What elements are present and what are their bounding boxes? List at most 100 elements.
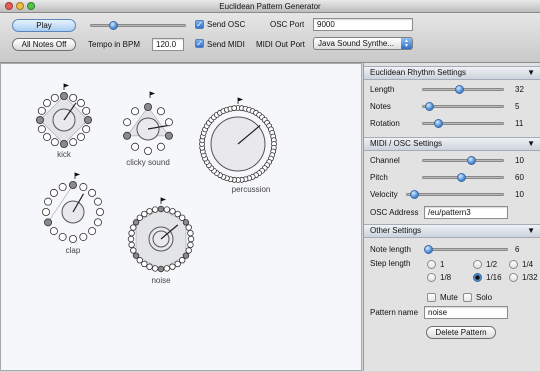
pattern-noise-step [163, 206, 171, 213]
pattern-clap-step [42, 207, 51, 216]
tempo-label: Tempo in BPM [88, 40, 141, 49]
volume-slider-knob[interactable] [109, 21, 119, 30]
euclidean-settings-title: Euclidean Rhythm Settings [370, 68, 467, 77]
step-option-6-radio[interactable] [509, 273, 518, 282]
notes-slider[interactable] [422, 102, 504, 111]
close-window-icon[interactable] [5, 2, 13, 10]
pattern-clicky-sound-step [143, 147, 152, 156]
pattern-noise-step [157, 205, 165, 213]
step-option-6-label: 1/32 [522, 273, 538, 282]
pattern-kick-step [82, 125, 91, 134]
tempo-input[interactable]: 120.0 [152, 38, 184, 51]
note-length-label: Note length [370, 245, 411, 254]
zoom-window-icon[interactable] [27, 2, 35, 10]
rotation-slider-knob[interactable] [434, 119, 444, 128]
pattern-kick-step [43, 99, 52, 108]
pattern-clap-step [58, 183, 67, 192]
solo-label: Solo [476, 293, 493, 302]
step-option-3-label: 1/4 [522, 260, 534, 269]
delete-pattern-button[interactable]: Delete Pattern [426, 326, 496, 339]
pattern-wheels[interactable]: kick clicky sound percussion clap noise [1, 64, 363, 372]
window-controls [5, 2, 35, 10]
volume-slider[interactable] [90, 21, 186, 30]
collapse-triangle-icon[interactable]: ▼ [527, 67, 535, 79]
step-option-2-label: 1/2 [486, 260, 498, 269]
pattern-noise-step [187, 241, 194, 249]
note-length-value: 6 [515, 245, 520, 254]
pattern-clicky-sound-step [164, 131, 173, 140]
pitch-slider-knob[interactable] [456, 173, 466, 182]
other-settings-header[interactable]: Other Settings ▼ [364, 224, 540, 238]
all-notes-off-button[interactable]: All Notes Off [12, 38, 76, 51]
step-option-1-radio[interactable] [427, 260, 436, 269]
collapse-triangle-icon[interactable]: ▼ [527, 225, 535, 237]
pattern-clicky-sound-label: clicky sound [126, 158, 170, 167]
notes-slider-knob[interactable] [424, 102, 434, 111]
pattern-kick-step [60, 140, 69, 149]
channel-slider-track [422, 159, 504, 162]
pattern-noise-step [174, 260, 181, 268]
notes-value: 5 [515, 102, 520, 111]
pattern-noise-step [132, 252, 140, 259]
pattern-kick-step [69, 138, 78, 147]
pattern-clap-step [79, 232, 88, 241]
pattern-clicky-sound-step [143, 103, 152, 112]
pattern-noise-step [127, 235, 135, 243]
midi-osc-settings-header[interactable]: MIDI / OSC Settings ▼ [364, 137, 540, 151]
velocity-slider-knob[interactable] [409, 190, 419, 199]
notes-slider-track [422, 105, 504, 108]
note-length-slider[interactable] [424, 245, 508, 254]
pattern-noise-step [185, 224, 192, 231]
send-midi-checkbox[interactable]: ✓ [195, 39, 204, 48]
pattern-kick-step [36, 116, 45, 125]
midi-out-port-select[interactable]: Java Sound Synthe... ▲ ▼ [313, 37, 413, 50]
rotation-label: Rotation [370, 119, 400, 128]
osc-port-input[interactable]: 9000 [313, 18, 413, 31]
channel-slider-knob[interactable] [467, 156, 477, 165]
pattern-percussion-start-flag-icon [237, 97, 244, 104]
pattern-noise-step [128, 229, 135, 237]
pattern-noise-step [187, 229, 194, 237]
pattern-kick-step [84, 116, 93, 125]
note-length-slider-knob[interactable] [424, 245, 434, 254]
collapse-triangle-icon[interactable]: ▼ [527, 138, 535, 150]
rotation-slider[interactable] [422, 119, 504, 128]
step-option-5-radio[interactable] [473, 273, 482, 282]
step-option-3-radio[interactable] [509, 260, 518, 269]
pitch-slider[interactable] [422, 173, 504, 182]
send-osc-checkbox[interactable]: ✓ [195, 20, 204, 29]
pattern-canvas[interactable]: kick clicky sound percussion clap noise [0, 63, 362, 371]
pattern-noise-step [185, 247, 192, 254]
osc-port-label: OSC Port [270, 20, 305, 29]
select-arrows-icon: ▲ ▼ [401, 38, 412, 49]
play-button[interactable]: Play [12, 19, 76, 32]
step-option-4-label: 1/8 [440, 273, 452, 282]
pattern-noise-label: noise [151, 276, 171, 285]
pattern-clap-step [44, 218, 53, 227]
osc-address-input[interactable]: /eu/pattern3 [424, 206, 508, 219]
pattern-percussion-label: percussion [232, 185, 271, 194]
velocity-slider[interactable] [406, 190, 504, 199]
euclidean-settings-header[interactable]: Euclidean Rhythm Settings ▼ [364, 66, 540, 80]
pattern-clicky-sound-step [156, 107, 165, 116]
channel-slider[interactable] [422, 156, 504, 165]
length-slider-knob[interactable] [454, 85, 464, 94]
step-option-2-radio[interactable] [473, 260, 482, 269]
pattern-name-input[interactable]: noise [424, 306, 508, 319]
pattern-kick-step [76, 99, 85, 108]
length-slider[interactable] [422, 85, 504, 94]
velocity-label: Velocity [370, 190, 398, 199]
pattern-clicky-sound-step [156, 142, 165, 151]
solo-checkbox[interactable] [463, 293, 472, 302]
pattern-clap-step [88, 227, 97, 236]
step-option-1-label: 1 [440, 260, 445, 269]
minimize-window-icon[interactable] [16, 2, 24, 10]
pattern-clap-step [69, 234, 78, 243]
length-label: Length [370, 85, 395, 94]
notes-label: Notes [370, 102, 391, 111]
pattern-clicky-sound-step [131, 142, 140, 151]
pattern-noise-step [130, 247, 137, 254]
mute-checkbox[interactable] [427, 293, 436, 302]
pattern-clap-step [93, 218, 102, 227]
step-option-4-radio[interactable] [427, 273, 436, 282]
